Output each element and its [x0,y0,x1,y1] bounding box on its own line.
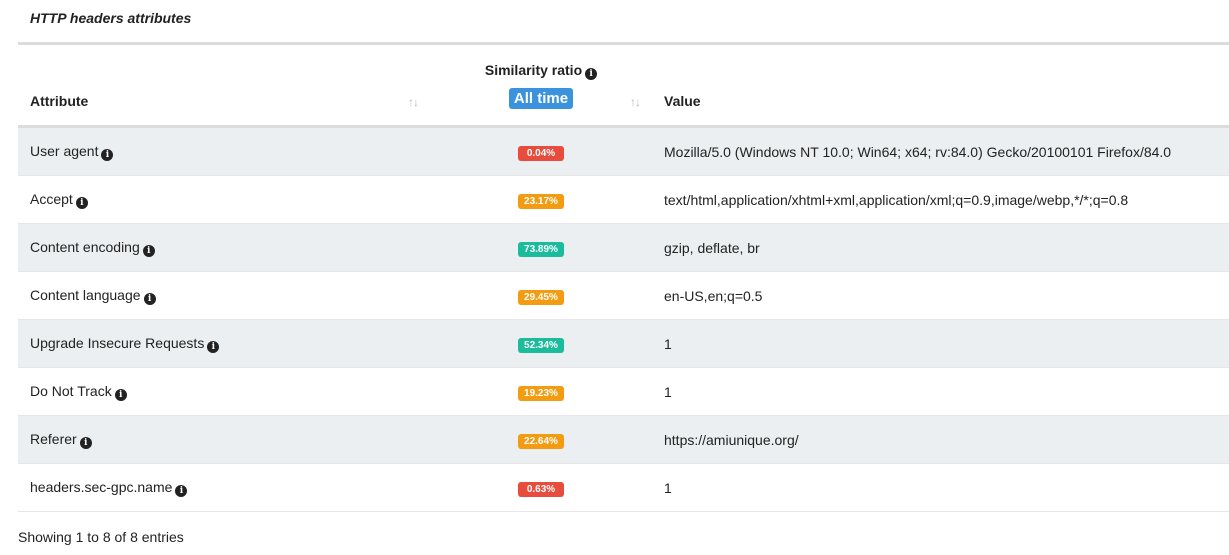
attribute-cell: headers.sec-gpc.name i [18,463,430,512]
headers-table-container: Attribute ↑↓ Similarity ratio i All time … [18,42,1229,512]
similarity-badge: 23.17% [518,193,564,209]
value-cell: Mozilla/5.0 (Windows NT 10.0; Win64; x64… [652,126,1229,176]
value-cell: 1 [652,463,1229,512]
info-circle-icon[interactable]: i [79,436,92,449]
column-header-attribute[interactable]: Attribute ↑↓ [18,45,430,128]
headers-table: Attribute ↑↓ Similarity ratio i All time … [18,45,1229,512]
value-cell: text/html,application/xhtml+xml,applicat… [652,175,1229,224]
similarity-badge: 22.64% [518,433,564,449]
similarity-badge: 0.63% [518,481,564,497]
similarity-cell: 52.34% [430,319,652,368]
column-header-attribute-label: Attribute [30,93,89,109]
attribute-cell: Content language i [18,271,430,320]
table-row: Accept i 23.17% text/html,application/xhtml… [18,175,1229,224]
value-cell: gzip, deflate, br [652,223,1229,272]
table-row: headers.sec-gpc.name i 0.63% 1 [18,463,1229,512]
entries-info: Showing 1 to 8 of 8 entries [18,529,184,545]
attribute-label: Content language [30,286,141,303]
table-row: Do Not Track i 19.23% 1 [18,367,1229,416]
info-circle-icon[interactable]: i [585,68,598,80]
similarity-badge: 0.04% [518,145,564,161]
info-circle-icon[interactable]: i [114,388,127,401]
info-circle-icon[interactable]: i [175,484,188,497]
attribute-label: Referer [30,430,77,447]
column-header-value-label: Value [664,93,701,109]
attribute-label: Upgrade Insecure Requests [30,334,205,351]
attribute-label: Content encoding [30,238,140,255]
value-cell: en-US,en;q=0.5 [652,271,1229,320]
table-row: Referer i 22.64% https://amiunique.org/ [18,415,1229,464]
info-circle-icon[interactable]: i [101,148,114,161]
similarity-cell: 0.04% [430,126,652,176]
attribute-cell: Accept i [18,175,430,224]
attribute-cell: User agent i [18,126,430,176]
similarity-cell: 73.89% [430,223,652,272]
similarity-cell: 22.64% [430,415,652,464]
similarity-badge: 73.89% [518,241,564,257]
column-header-value: Value [652,45,1229,128]
column-header-similarity[interactable]: Similarity ratio i All time ↑↓ [430,45,652,128]
table-row: Upgrade Insecure Requests i 52.34% 1 [18,319,1229,368]
column-header-similarity-label: Similarity ratio [484,62,583,78]
attribute-cell: Do Not Track i [18,367,430,416]
info-circle-icon[interactable]: i [143,292,156,305]
attribute-cell: Upgrade Insecure Requests i [18,319,430,368]
all-time-filter-button[interactable]: All time [508,88,574,109]
attribute-label: Accept [30,190,73,207]
sort-arrows-icon[interactable]: ↑↓ [408,95,419,109]
attribute-label: Do Not Track [30,382,112,399]
table-row: User agent i 0.04% Mozilla/5.0 (Windows NT … [18,126,1229,176]
info-circle-icon[interactable]: i [207,340,220,353]
similarity-badge: 19.23% [518,385,564,401]
value-cell: https://amiunique.org/ [652,415,1229,464]
similarity-cell: 23.17% [430,175,652,224]
attribute-cell: Referer i [18,415,430,464]
value-cell: 1 [652,319,1229,368]
info-circle-icon[interactable]: i [142,244,155,257]
info-circle-icon[interactable]: i [75,196,88,209]
similarity-badge: 29.45% [518,289,564,305]
attribute-label: User agent [30,142,99,159]
attribute-label: headers.sec-gpc.name [30,478,173,495]
value-cell: 1 [652,367,1229,416]
similarity-cell: 19.23% [430,367,652,416]
similarity-cell: 0.63% [430,463,652,512]
attribute-cell: Content encoding i [18,223,430,272]
similarity-badge: 52.34% [518,337,564,353]
sort-arrows-icon[interactable]: ↑↓ [630,95,641,109]
similarity-cell: 29.45% [430,271,652,320]
table-row: Content language i 29.45% en-US,en;q=0.5 [18,271,1229,320]
section-title: HTTP headers attributes [30,10,192,26]
table-body: User agent i 0.04% Mozilla/5.0 (Windows NT … [18,126,1229,512]
table-row: Content encoding i 73.89% gzip, deflate, br [18,223,1229,272]
